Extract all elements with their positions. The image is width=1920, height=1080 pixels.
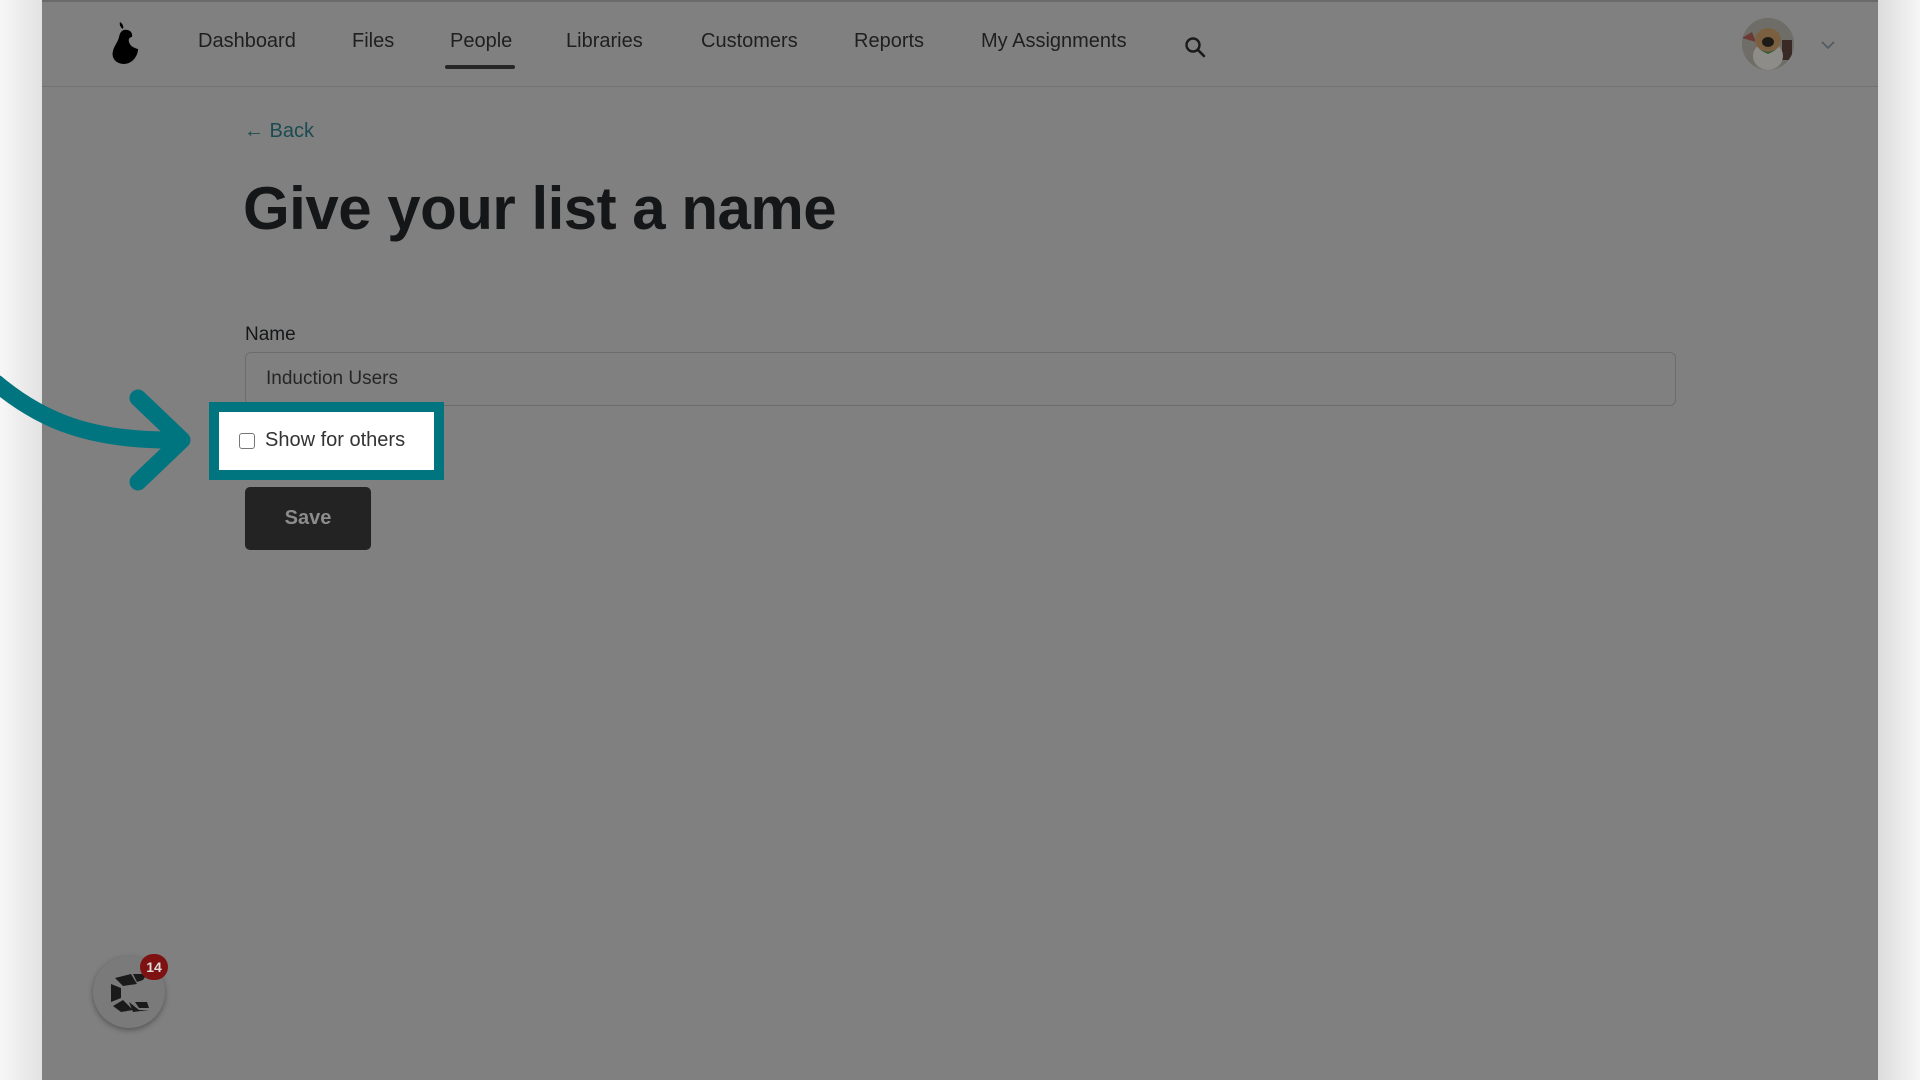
name-label: Name: [245, 324, 296, 345]
nav-customers[interactable]: Customers: [701, 30, 798, 53]
save-button[interactable]: Save: [245, 487, 371, 550]
name-input[interactable]: [245, 352, 1676, 406]
nav-people[interactable]: People: [450, 30, 512, 53]
show-for-others-checkbox[interactable]: [239, 433, 255, 449]
nav-my-assignments[interactable]: My Assignments: [981, 30, 1127, 53]
chevron-down-icon[interactable]: [1819, 38, 1837, 52]
page-title: Give your list a name: [243, 175, 837, 242]
show-for-others-label[interactable]: Show for others: [265, 429, 405, 452]
nav-reports[interactable]: Reports: [854, 30, 924, 53]
pear-logo-icon[interactable]: [110, 20, 142, 66]
annotation-arrow-icon: [0, 375, 191, 491]
search-icon[interactable]: [1183, 35, 1207, 59]
nav-dashboard[interactable]: Dashboard: [198, 30, 296, 53]
nav-active-indicator: [445, 65, 515, 69]
nav-files[interactable]: Files: [352, 30, 394, 53]
avatar-image: [1742, 18, 1794, 70]
notification-count-badge: 14: [140, 954, 168, 980]
top-nav-bar: Dashboard Files People Libraries Custome…: [42, 0, 1878, 87]
nav-libraries[interactable]: Libraries: [566, 30, 643, 53]
back-link[interactable]: ← Back: [244, 120, 314, 143]
user-avatar[interactable]: [1742, 18, 1794, 70]
